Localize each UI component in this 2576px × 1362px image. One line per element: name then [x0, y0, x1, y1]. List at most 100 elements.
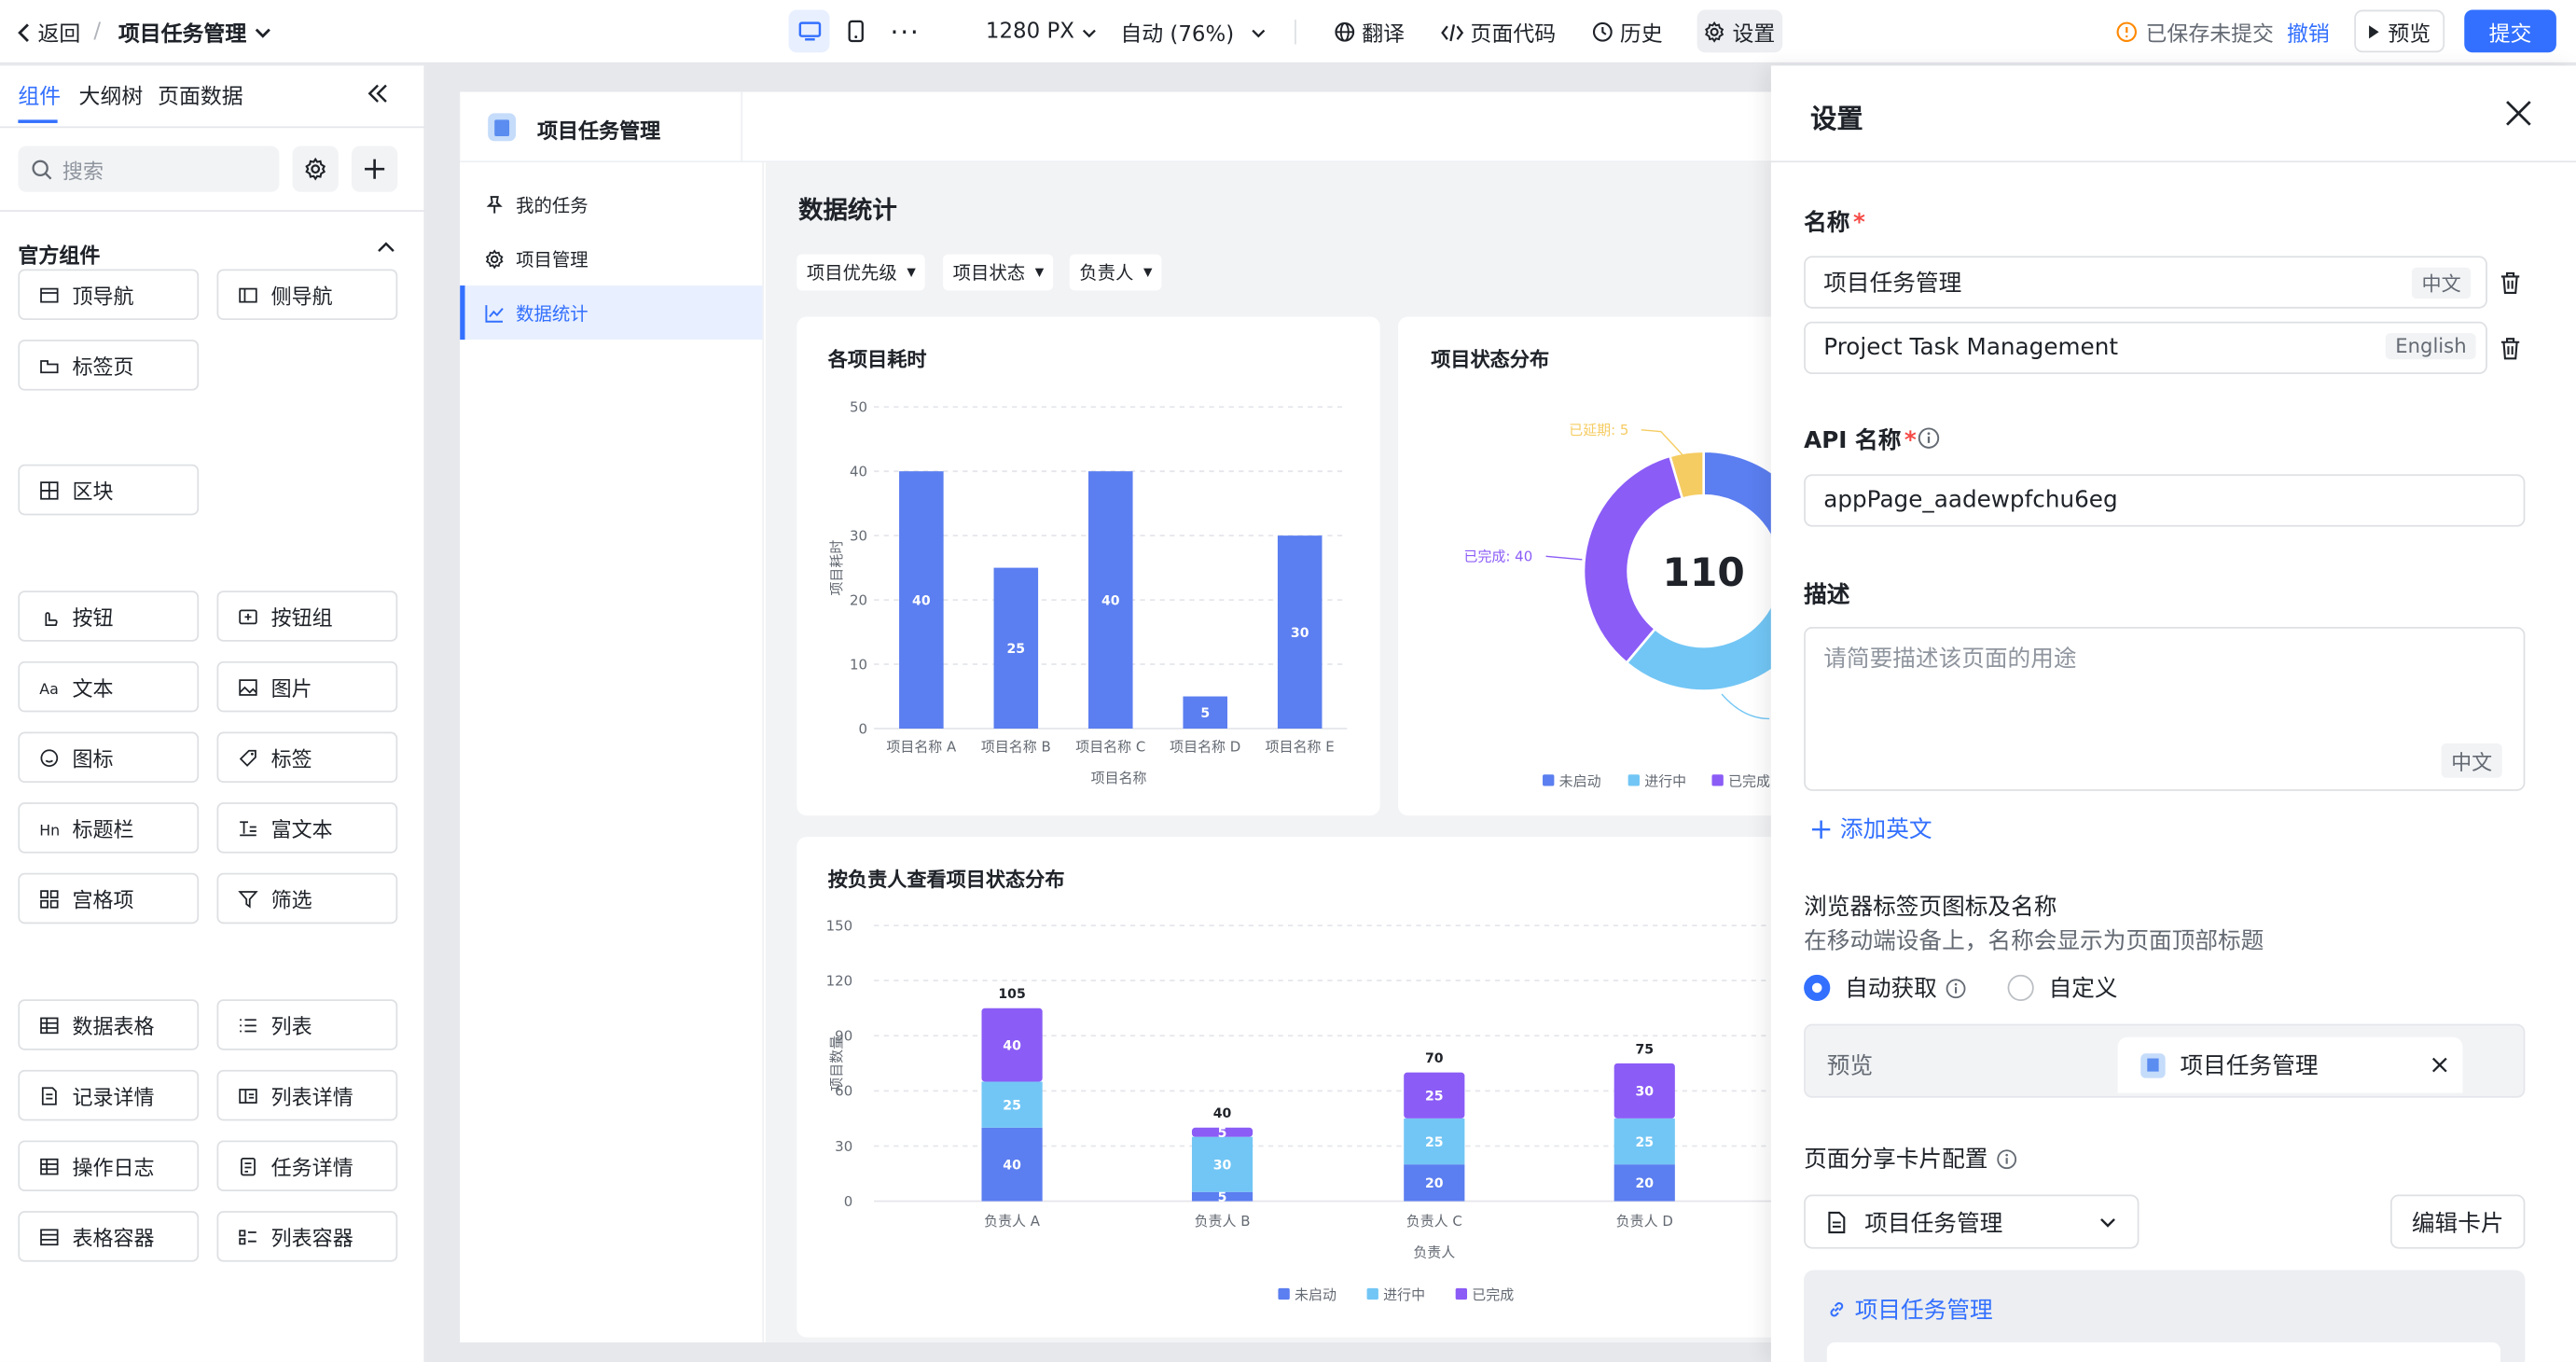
divider — [1770, 160, 2576, 163]
share-card-link[interactable]: 项目任务管理 — [1827, 1293, 1993, 1326]
settings-button[interactable]: 设置 — [1697, 9, 1783, 53]
history-button[interactable]: 历史 — [1592, 0, 1663, 64]
component-op-log[interactable]: 操作日志 — [18, 1140, 200, 1192]
nav-my-tasks[interactable]: 我的任务 — [460, 177, 762, 231]
y-tick-label: 0 — [859, 720, 868, 737]
component-grid-item[interactable]: 宫格项 — [18, 872, 200, 924]
component-record-detail[interactable]: 记录详情 — [18, 1069, 200, 1121]
api-name-input[interactable]: appPage_aadewpfchu6eg — [1804, 474, 2526, 527]
component-icon[interactable]: 图标 — [18, 731, 200, 784]
desktop-view-button[interactable] — [788, 9, 830, 53]
list-icon — [240, 1018, 256, 1032]
gear-icon — [305, 157, 326, 181]
y-tick-label: 30 — [850, 527, 867, 544]
page-code-button[interactable]: 页面代码 — [1441, 0, 1556, 64]
filter-priority[interactable]: 项目优先级 ▼ — [796, 254, 926, 291]
donut-chart-status: 110 已延期: 5 已完成: 40 未启动 进行中 已完成 — [1463, 422, 1771, 790]
tab-page-data[interactable]: 页面数据 — [158, 78, 243, 109]
search-input[interactable]: 搜索 — [18, 146, 280, 192]
component-tag[interactable]: 标签 — [216, 731, 398, 784]
component-text[interactable]: Aa 文本 — [18, 660, 200, 713]
filter-owner[interactable]: 负责人 ▼ — [1069, 254, 1163, 291]
tag-icon — [239, 748, 256, 766]
component-label: 侧导航 — [270, 284, 333, 309]
browser-tab-label: 浏览器标签页图标及名称 — [1804, 894, 2057, 921]
more-icon[interactable]: ··· — [885, 10, 924, 53]
legend-label: 进行中 — [1644, 773, 1686, 790]
y-axis-label: 项目数量 — [828, 1035, 845, 1091]
component-data-table[interactable]: 数据表格 — [18, 999, 200, 1050]
filter-status[interactable]: 项目状态 ▼ — [943, 254, 1054, 291]
component-filter[interactable]: 筛选 — [216, 872, 398, 924]
radio-auto[interactable]: 自动获取 — [1804, 971, 1966, 1004]
component-image[interactable]: 图片 — [216, 660, 398, 713]
translate-button[interactable]: 翻译 — [1334, 0, 1405, 64]
app-header: 项目任务管理 — [460, 91, 1771, 163]
y-tick-label: 50 — [850, 399, 867, 416]
component-settings-button[interactable] — [292, 146, 339, 192]
edit-card-button[interactable]: 编辑卡片 — [2389, 1194, 2526, 1249]
total-label: 70 — [1425, 1051, 1444, 1066]
component-table-container[interactable]: 表格容器 — [18, 1211, 200, 1262]
back-button[interactable]: 返回 — [17, 0, 81, 64]
submit-button[interactable]: 提交 — [2464, 9, 2556, 53]
info-icon[interactable] — [1918, 426, 1941, 450]
caret-down-icon: ▼ — [1034, 265, 1045, 280]
description-textarea[interactable]: 请简要描述该页面的用途 — [1804, 626, 2526, 791]
width-select[interactable]: 1280 PX — [986, 0, 1098, 64]
component-title-bar[interactable]: Hn 标题栏 — [18, 802, 200, 854]
preview-button[interactable]: 预览 — [2354, 9, 2445, 53]
share-card-select[interactable]: 项目任务管理 — [1804, 1194, 2140, 1249]
name-zh-input[interactable]: 项目任务管理 — [1804, 256, 2487, 309]
nav-project-management[interactable]: 项目管理 — [460, 231, 762, 285]
component-label: 操作日志 — [72, 1155, 155, 1180]
app-logo-icon — [488, 113, 517, 142]
data-label: 30 — [1635, 1085, 1654, 1100]
icon-icon — [40, 748, 59, 767]
close-icon[interactable] — [2504, 99, 2534, 129]
mobile-view-button[interactable] — [837, 10, 876, 53]
component-top-nav[interactable]: 顶导航 — [18, 269, 200, 321]
component-button[interactable]: 按钮 — [18, 591, 200, 642]
component-rich-text[interactable]: 富文本 — [216, 802, 398, 854]
component-list-container[interactable]: 列表容器 — [216, 1211, 398, 1262]
annotation-line — [1545, 555, 1583, 561]
component-side-nav[interactable]: 侧导航 — [216, 269, 398, 321]
top-nav-icon — [40, 286, 59, 302]
undo-link[interactable]: 撤销 — [2287, 0, 2330, 64]
nav-data-stats[interactable]: 数据统计 — [460, 285, 763, 340]
component-tabs[interactable]: 标签页 — [18, 340, 200, 391]
component-list-detail[interactable]: 列表详情 — [216, 1069, 398, 1121]
y-tick-label: 10 — [850, 656, 867, 673]
close-icon — [2431, 1057, 2447, 1073]
app-switcher[interactable]: 项目任务管理 — [118, 0, 273, 64]
total-label: 40 — [1213, 1106, 1232, 1121]
tab-components[interactable]: 组件 — [18, 78, 61, 109]
divider — [0, 210, 426, 212]
chevron-left-icon — [18, 22, 29, 42]
component-button-group[interactable]: 按钮组 — [216, 591, 398, 642]
component-label: 区块 — [72, 479, 114, 505]
data-label: 40 — [1101, 593, 1120, 608]
y-axis-label: 项目耗时 — [828, 540, 845, 596]
component-task-detail[interactable]: 任务详情 — [216, 1140, 398, 1192]
tab-outline[interactable]: 大纲树 — [79, 78, 144, 109]
component-list[interactable]: 列表 — [216, 999, 398, 1050]
zoom-select[interactable]: 自动 (76%) — [1120, 0, 1267, 64]
component-label: 数据表格 — [72, 1014, 155, 1039]
add-component-button[interactable] — [351, 146, 398, 192]
total-label: 75 — [1635, 1042, 1654, 1057]
caret-down-icon: ▼ — [1143, 265, 1153, 280]
x-tick-label: 负责人 A — [984, 1213, 1041, 1230]
chevron-up-icon[interactable] — [376, 240, 395, 257]
component-label: 列表容器 — [270, 1225, 353, 1251]
delete-zh-icon[interactable] — [2499, 271, 2522, 295]
legend-label: 已完成 — [1728, 773, 1770, 790]
component-block[interactable]: 区块 — [18, 464, 200, 516]
radio-custom[interactable]: 自定义 — [2007, 971, 2118, 1004]
delete-en-icon[interactable] — [2499, 337, 2522, 361]
chart-card-status-distribution: 项目状态分布 110 已延期: 5 已完成: 40 未启动 进行中 已完成 — [1398, 316, 1771, 816]
add-english-button[interactable]: 添加英文 — [1810, 813, 1932, 845]
chart-card-project-time: 各项目耗时 0 10 20 30 40 50 项目耗时 40 项目名称 A 25 项目名称 B 40 项… — [796, 316, 1380, 816]
collapse-panel-icon[interactable] — [367, 84, 390, 104]
